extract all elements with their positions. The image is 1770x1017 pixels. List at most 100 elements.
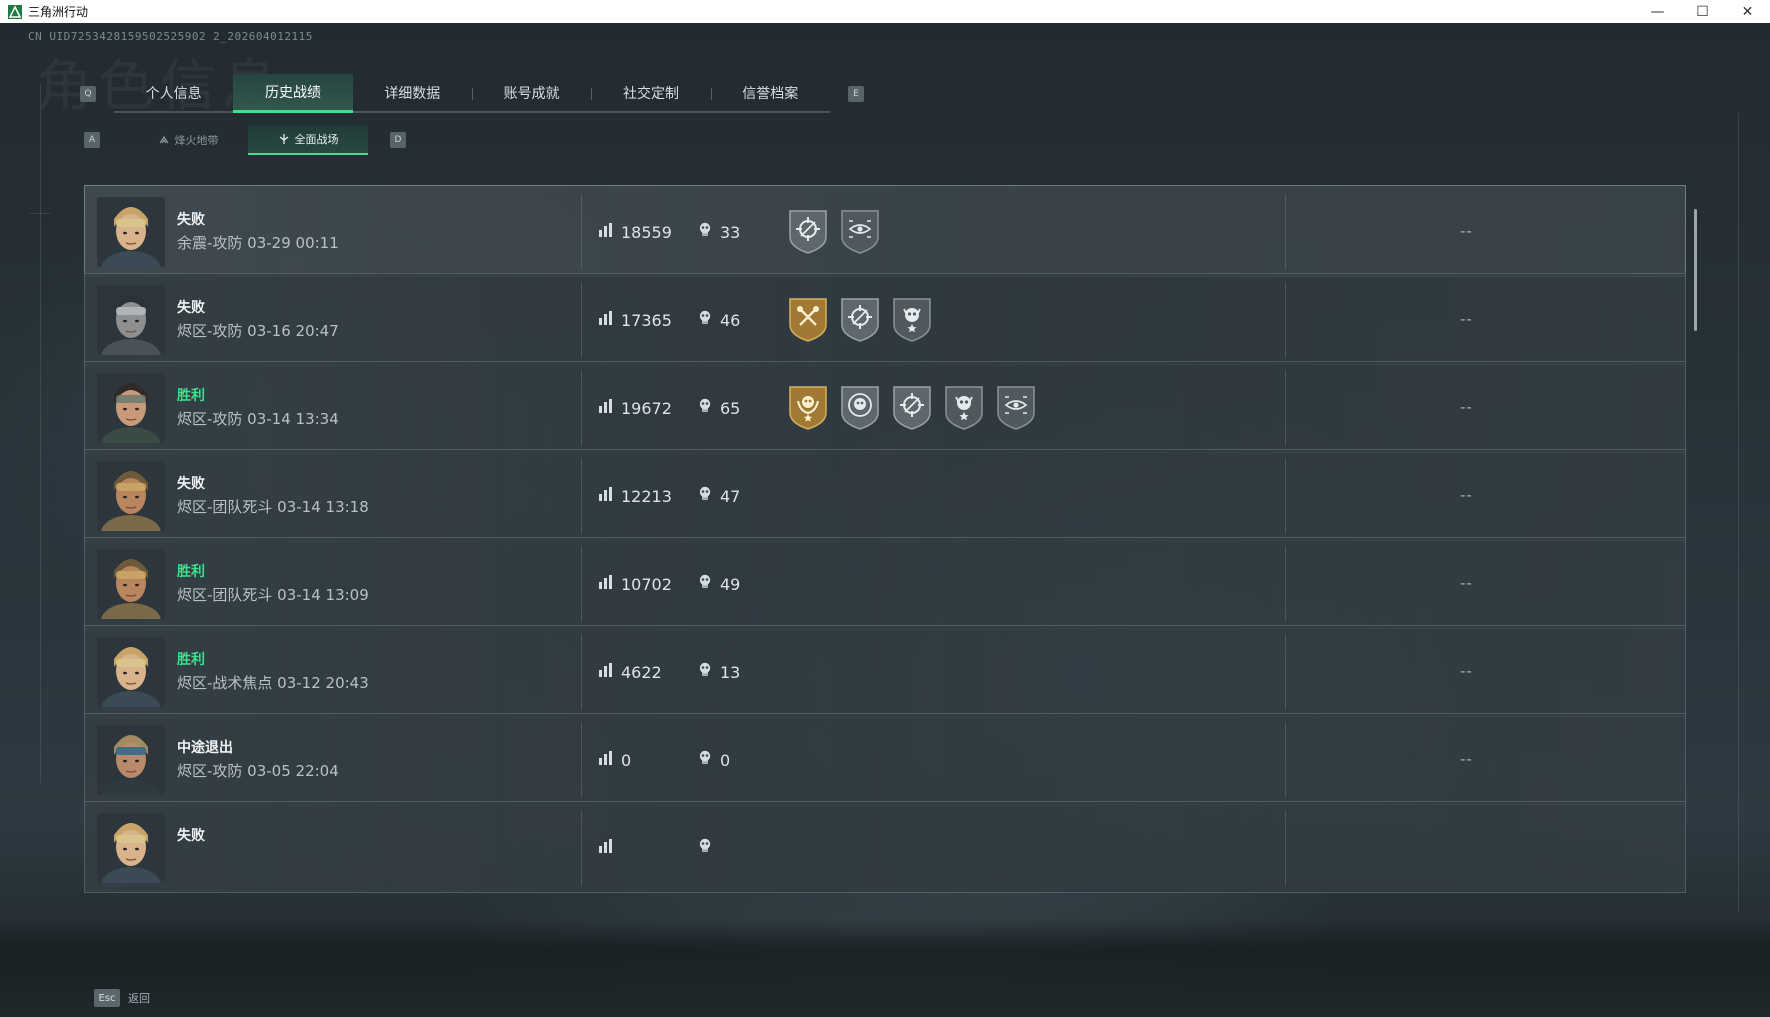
tab-achievements[interactable]: 账号成就 bbox=[471, 74, 591, 111]
match-row[interactable]: 失败 bbox=[84, 801, 1686, 893]
tab-strip: 个人信息 历史战绩 详细数据 账号成就 社交定制 信誉档案 bbox=[114, 74, 830, 113]
app-logo-icon bbox=[8, 4, 22, 19]
close-button[interactable]: ✕ bbox=[1725, 0, 1770, 23]
column-divider bbox=[1285, 546, 1286, 622]
medal-gray-eye-icon[interactable] bbox=[994, 383, 1038, 431]
match-map-mode-time: 烬区-团队死斗 03-14 13:09 bbox=[177, 586, 369, 604]
subtab-label: 烽火地带 bbox=[174, 134, 219, 147]
hud-line-left bbox=[40, 83, 41, 783]
match-row[interactable]: 失败 烬区-攻防 03-16 20:47 17365 46 -- bbox=[84, 273, 1686, 365]
maximize-button[interactable]: ☐ bbox=[1680, 0, 1725, 23]
score-value: 18559 bbox=[621, 222, 672, 242]
back-button[interactable]: Esc 返回 bbox=[94, 989, 150, 1007]
operator-avatar bbox=[97, 197, 165, 267]
match-row[interactable]: 胜利 烬区-团队死斗 03-14 13:09 10702 49 -- bbox=[84, 537, 1686, 629]
extraction-icon bbox=[159, 135, 168, 144]
score-value: 12213 bbox=[621, 486, 672, 506]
medal-gray-crosshair-icon[interactable] bbox=[838, 295, 882, 343]
operator-avatar bbox=[97, 813, 165, 883]
match-map-mode-time: 烬区-攻防 03-14 13:34 bbox=[177, 410, 339, 428]
kills-value: 47 bbox=[720, 486, 741, 506]
kills-value: 0 bbox=[720, 750, 731, 770]
kill-skull-icon bbox=[696, 221, 714, 243]
tab-label: 信誉档案 bbox=[742, 85, 799, 102]
medal-gray-crosshair-icon[interactable] bbox=[786, 207, 830, 255]
operator-avatar bbox=[97, 285, 165, 355]
score-stat: 0 bbox=[597, 749, 631, 771]
back-label: 返回 bbox=[128, 992, 150, 1005]
column-divider bbox=[1285, 194, 1286, 270]
column-divider bbox=[1285, 634, 1286, 710]
kills-stat: 46 bbox=[696, 309, 740, 331]
kill-skull-icon bbox=[696, 397, 714, 419]
minimize-button[interactable]: — bbox=[1635, 0, 1680, 23]
match-map-mode-time: 烬区-攻防 03-05 22:04 bbox=[177, 762, 339, 780]
column-divider bbox=[581, 810, 582, 886]
kills-stat bbox=[696, 837, 720, 859]
medal-gold-wreath-icon[interactable] bbox=[786, 383, 830, 431]
match-result: 中途退出 bbox=[177, 740, 233, 756]
column-divider bbox=[581, 722, 582, 798]
match-result: 失败 bbox=[177, 300, 205, 316]
medal-gray-skull-star-icon[interactable] bbox=[890, 295, 934, 343]
warfare-icon bbox=[279, 134, 288, 144]
subtab-extraction[interactable]: 烽火地带 bbox=[128, 125, 248, 155]
match-result: 失败 bbox=[177, 476, 205, 492]
extra-value: -- bbox=[1460, 574, 1473, 592]
list-scrollbar[interactable] bbox=[1694, 209, 1697, 331]
column-divider bbox=[581, 634, 582, 710]
kill-skull-icon bbox=[696, 573, 714, 595]
match-row[interactable]: 失败 烬区-团队死斗 03-14 13:18 12213 47 -- bbox=[84, 449, 1686, 541]
kills-value: 49 bbox=[720, 574, 741, 594]
medal-gray-eye-icon[interactable] bbox=[838, 207, 882, 255]
match-row[interactable]: 失败 余震-攻防 03-29 00:11 18559 33 -- bbox=[84, 185, 1686, 277]
medal-gray-crosshair-icon[interactable] bbox=[890, 383, 934, 431]
medal-gray-skull-target-icon[interactable] bbox=[838, 383, 882, 431]
tab-detailed-stats[interactable]: 详细数据 bbox=[353, 74, 472, 111]
score-value: 19672 bbox=[621, 398, 672, 418]
tab-credit-record[interactable]: 信誉档案 bbox=[710, 74, 830, 111]
match-row[interactable]: 胜利 烬区-攻防 03-14 13:34 19672 65 -- bbox=[84, 361, 1686, 453]
tab-social-custom[interactable]: 社交定制 bbox=[591, 74, 710, 111]
tab-label: 详细数据 bbox=[384, 85, 441, 102]
match-row[interactable]: 中途退出 烬区-攻防 03-05 22:04 0 0 -- bbox=[84, 713, 1686, 805]
key-hint-a[interactable]: A bbox=[84, 132, 100, 148]
kill-skull-icon bbox=[696, 749, 714, 771]
column-divider bbox=[581, 194, 582, 270]
subtab-warfare[interactable]: 全面战场 bbox=[248, 125, 368, 155]
medal-gray-skull-star-icon[interactable] bbox=[942, 383, 986, 431]
match-result: 失败 bbox=[177, 828, 205, 844]
match-map-mode-time: 烬区-团队死斗 03-14 13:18 bbox=[177, 498, 369, 516]
operator-avatar bbox=[97, 637, 165, 707]
score-icon bbox=[597, 397, 615, 419]
key-hint-q[interactable]: Q bbox=[80, 85, 96, 102]
score-icon bbox=[597, 309, 615, 331]
medal-gold-tools-icon[interactable] bbox=[786, 295, 830, 343]
match-map-mode-time: 烬区-战术焦点 03-12 20:43 bbox=[177, 674, 369, 692]
column-divider bbox=[581, 370, 582, 446]
key-hint-d[interactable]: D bbox=[390, 132, 406, 148]
kills-stat: 49 bbox=[696, 573, 740, 595]
match-row[interactable]: 胜利 烬区-战术焦点 03-12 20:43 4622 13 -- bbox=[84, 625, 1686, 717]
score-stat: 10702 bbox=[597, 573, 672, 595]
kills-stat: 13 bbox=[696, 661, 740, 683]
extra-value: -- bbox=[1460, 310, 1473, 328]
tab-match-history[interactable]: 历史战绩 bbox=[233, 74, 353, 113]
kills-stat: 33 bbox=[696, 221, 740, 243]
match-map-mode-time: 烬区-攻防 03-16 20:47 bbox=[177, 322, 339, 340]
extra-value: -- bbox=[1460, 662, 1473, 680]
esc-key-hint: Esc bbox=[94, 989, 120, 1007]
match-history-list: 失败 余震-攻防 03-29 00:11 18559 33 -- 失败 烬区-攻… bbox=[84, 185, 1686, 919]
subtab-strip: 烽火地带 全面战场 bbox=[128, 125, 368, 155]
tab-label: 历史战绩 bbox=[264, 85, 321, 101]
kills-value: 65 bbox=[720, 398, 741, 418]
bottom-fade bbox=[0, 919, 1770, 1017]
key-hint-e[interactable]: E bbox=[848, 85, 864, 102]
column-divider bbox=[1285, 370, 1286, 446]
hud-line-right bbox=[1738, 113, 1739, 913]
main-tab-bar: Q 个人信息 历史战绩 详细数据 账号成就 社交定制 信誉档案 E bbox=[80, 74, 864, 113]
kills-stat: 0 bbox=[696, 749, 730, 771]
tab-label: 社交定制 bbox=[622, 85, 679, 102]
tab-personal-info[interactable]: 个人信息 bbox=[114, 74, 233, 111]
medal-list bbox=[786, 295, 934, 343]
